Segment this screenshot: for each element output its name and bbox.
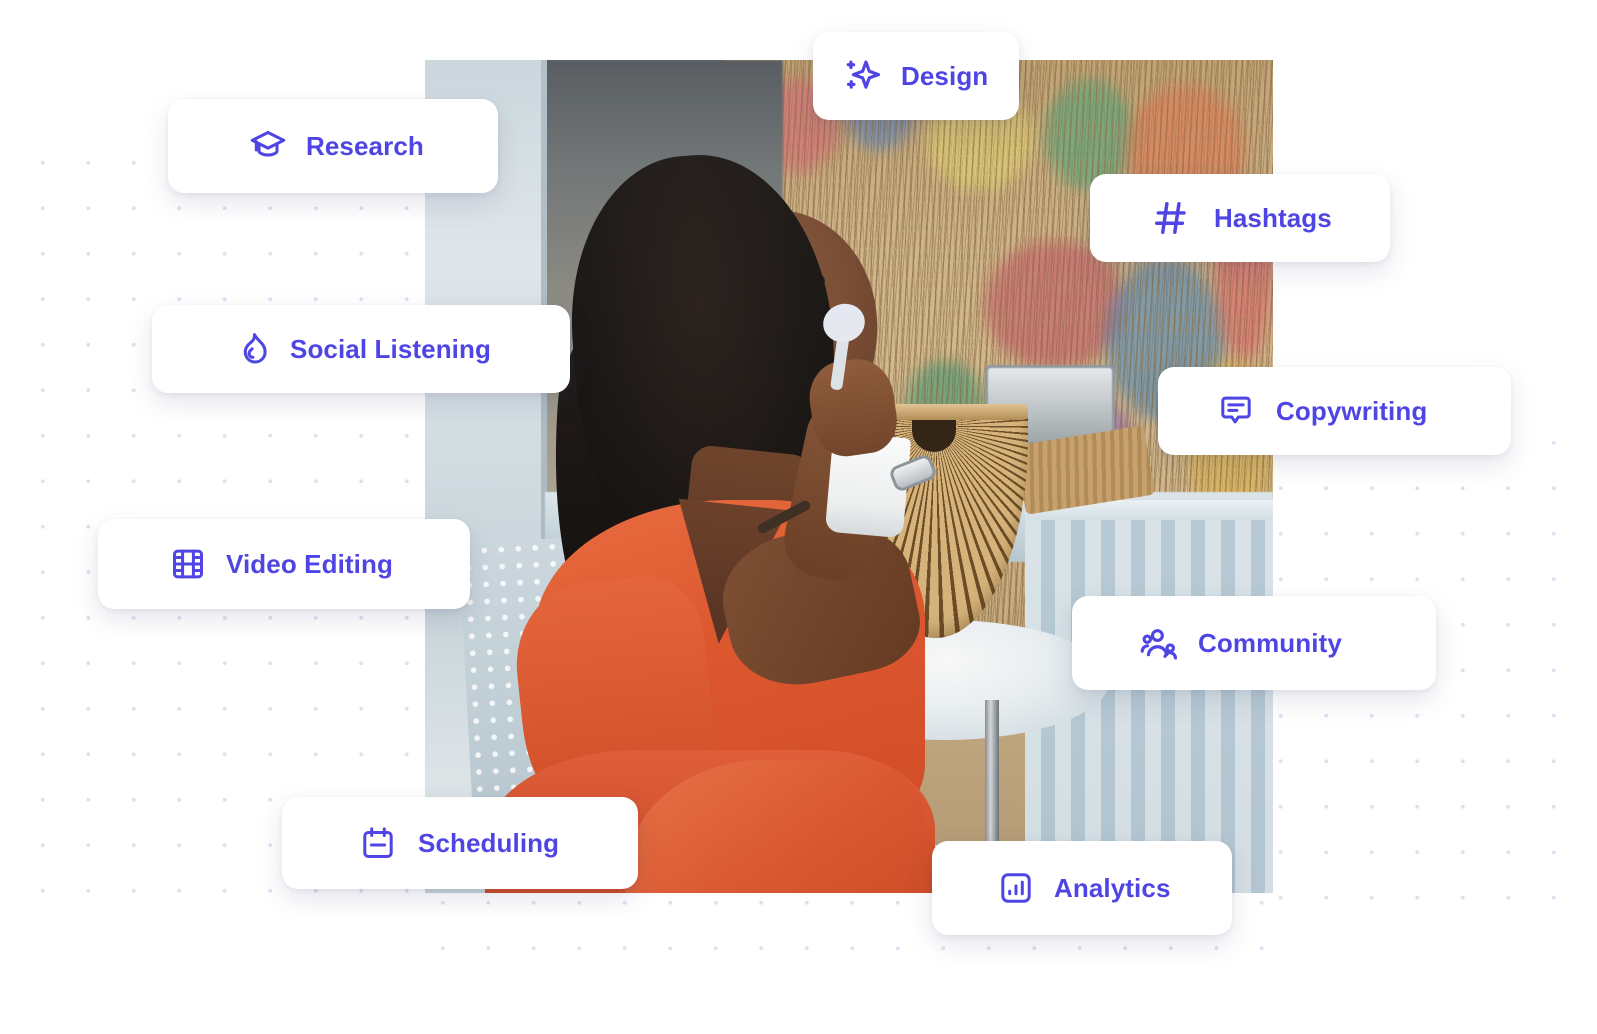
bar-chart-icon xyxy=(998,870,1034,906)
calendar-icon xyxy=(360,825,396,861)
feature-card-community[interactable]: Community xyxy=(1072,596,1436,690)
feature-card-label: Research xyxy=(306,130,424,161)
flame-icon xyxy=(234,331,270,367)
feature-card-analytics[interactable]: Analytics xyxy=(932,841,1232,935)
hashtag-icon xyxy=(1152,199,1190,237)
feature-card-hashtags[interactable]: Hashtags xyxy=(1090,174,1390,262)
feature-card-label: Hashtags xyxy=(1214,202,1332,233)
feature-card-label: Community xyxy=(1198,627,1342,658)
feature-card-video-editing[interactable]: Video Editing xyxy=(98,519,470,609)
feature-card-label: Copywriting xyxy=(1276,395,1428,426)
graduation-cap-icon xyxy=(250,128,286,164)
feature-card-research[interactable]: Research xyxy=(168,99,498,193)
hero-composition: Research Design Hashtags Social Listenin… xyxy=(0,0,1597,1034)
film-strip-icon xyxy=(170,546,206,582)
feature-card-design[interactable]: Design xyxy=(813,32,1019,120)
people-group-icon xyxy=(1140,624,1178,662)
sparkle-icon xyxy=(843,57,881,95)
feature-card-label: Scheduling xyxy=(418,827,560,858)
feature-card-label: Video Editing xyxy=(226,548,393,579)
feature-card-label: Analytics xyxy=(1054,872,1171,903)
chat-bubble-icon xyxy=(1218,393,1254,429)
feature-card-label: Design xyxy=(901,60,989,91)
feature-card-copywriting[interactable]: Copywriting xyxy=(1158,367,1511,455)
feature-card-social-listening[interactable]: Social Listening xyxy=(152,305,570,393)
feature-card-label: Social Listening xyxy=(290,333,491,364)
feature-card-scheduling[interactable]: Scheduling xyxy=(282,797,638,889)
